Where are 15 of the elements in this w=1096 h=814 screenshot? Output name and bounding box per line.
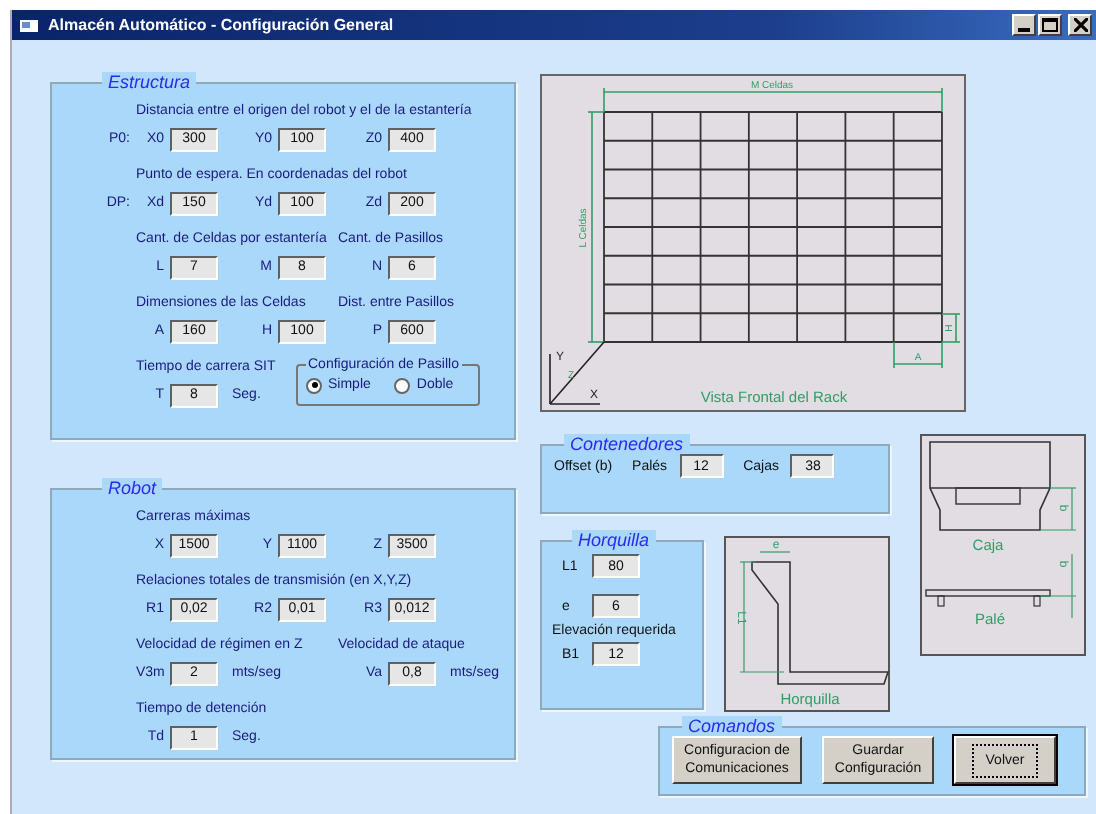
panel-title: Horquilla (572, 530, 656, 550)
radio-button[interactable] (306, 377, 322, 393)
maximize-button[interactable] (1038, 14, 1062, 36)
panel-title: Comandos (682, 716, 782, 736)
axes-icon (549, 341, 605, 405)
window-icon (20, 17, 40, 33)
maximize-icon (1042, 18, 1058, 32)
panel-title: Robot (102, 478, 163, 498)
window-title: Almacén Automático - Configuración General (48, 16, 394, 34)
minimize-button[interactable] (1012, 14, 1036, 36)
panel-title: Estructura (102, 72, 197, 92)
radio-button[interactable] (394, 377, 411, 393)
panel-title: Contenedores (564, 434, 690, 454)
close-button[interactable] (1068, 14, 1092, 36)
close-icon (1073, 18, 1087, 32)
